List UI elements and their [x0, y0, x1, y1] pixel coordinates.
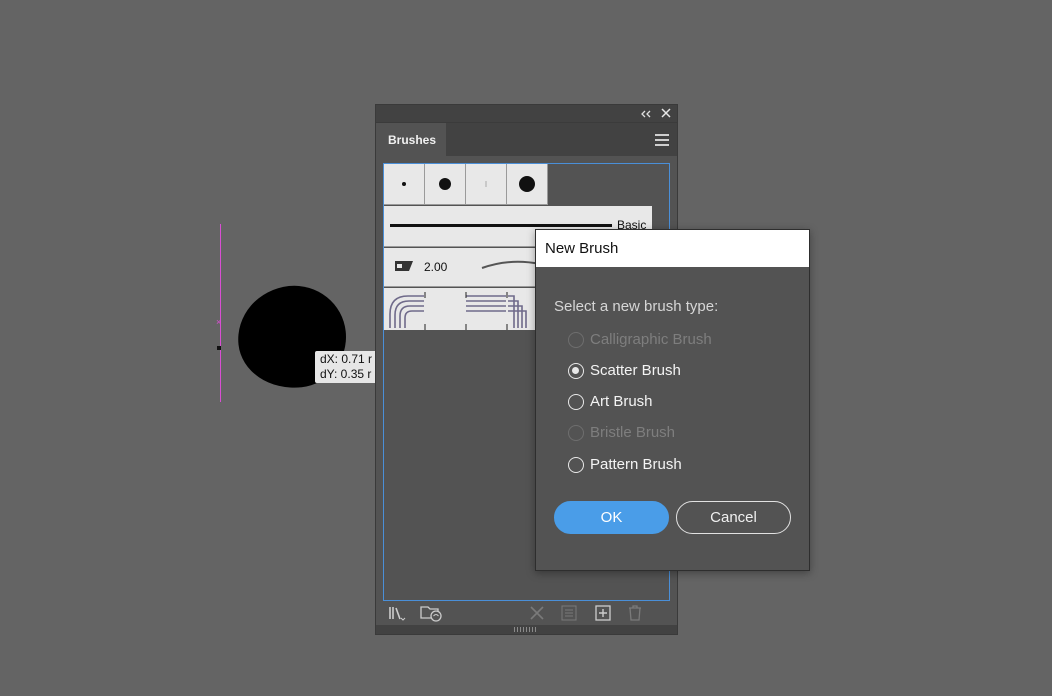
- panel-titlebar[interactable]: [376, 105, 677, 122]
- calligraphic-size: 2.00: [424, 260, 448, 274]
- panel-resize-grip[interactable]: [376, 625, 677, 634]
- radio-label: Art Brush: [590, 393, 653, 410]
- cancel-button[interactable]: Cancel: [676, 501, 791, 534]
- brush-swatch-dot-large[interactable]: [507, 164, 548, 205]
- brush-swatch-dot-medium[interactable]: [425, 164, 466, 205]
- radio-scatter-brush[interactable]: Scatter Brush: [568, 362, 681, 379]
- tab-brushes[interactable]: Brushes: [376, 123, 446, 157]
- hamburger-menu-icon[interactable]: [655, 134, 669, 149]
- smart-guide-line: [220, 224, 221, 402]
- radio-label: Scatter Brush: [590, 362, 681, 379]
- new-brush-icon[interactable]: [594, 604, 612, 622]
- calligraphic-brush-icon: [395, 261, 413, 271]
- ok-button[interactable]: OK: [554, 501, 669, 534]
- radio-label: Bristle Brush: [590, 424, 676, 441]
- radio-circle-icon: [568, 331, 584, 348]
- radio-circle-icon: [568, 424, 584, 441]
- close-icon[interactable]: [661, 107, 671, 121]
- brush-swatch-dot-small[interactable]: [384, 164, 425, 205]
- delete-brush-icon[interactable]: [626, 604, 644, 622]
- smart-guide-cross-icon: ×: [216, 317, 222, 327]
- creative-cloud-libraries-icon[interactable]: [420, 604, 444, 622]
- brush-libraries-icon[interactable]: [388, 604, 406, 622]
- anchor-point[interactable]: [217, 346, 221, 350]
- dialog-title: New Brush: [536, 230, 809, 267]
- radio-art-brush[interactable]: Art Brush: [568, 393, 653, 410]
- panel-tab-row: Brushes: [376, 122, 677, 157]
- radio-calligraphic-brush: Calligraphic Brush: [568, 331, 712, 348]
- pattern-brush-preview: [389, 292, 527, 330]
- brush-options-icon[interactable]: [560, 604, 578, 622]
- radio-pattern-brush[interactable]: Pattern Brush: [568, 456, 682, 473]
- brush-row-dots: [384, 164, 548, 205]
- radio-bristle-brush: Bristle Brush: [568, 424, 675, 441]
- radio-label: Calligraphic Brush: [590, 331, 712, 348]
- new-brush-dialog: New Brush Select a new brush type: Calli…: [535, 229, 810, 571]
- radio-circle-icon[interactable]: [568, 456, 584, 473]
- brush-swatch-dot-tiny[interactable]: [466, 164, 507, 205]
- radio-checked-icon[interactable]: [568, 362, 584, 379]
- panel-footer: [376, 602, 677, 624]
- radio-circle-icon[interactable]: [568, 393, 584, 410]
- double-chevron-left-icon[interactable]: [641, 107, 651, 121]
- radio-label: Pattern Brush: [590, 456, 682, 473]
- dialog-prompt: Select a new brush type:: [554, 298, 719, 315]
- remove-brush-stroke-icon[interactable]: [528, 604, 546, 622]
- basic-stroke-preview: [390, 224, 612, 227]
